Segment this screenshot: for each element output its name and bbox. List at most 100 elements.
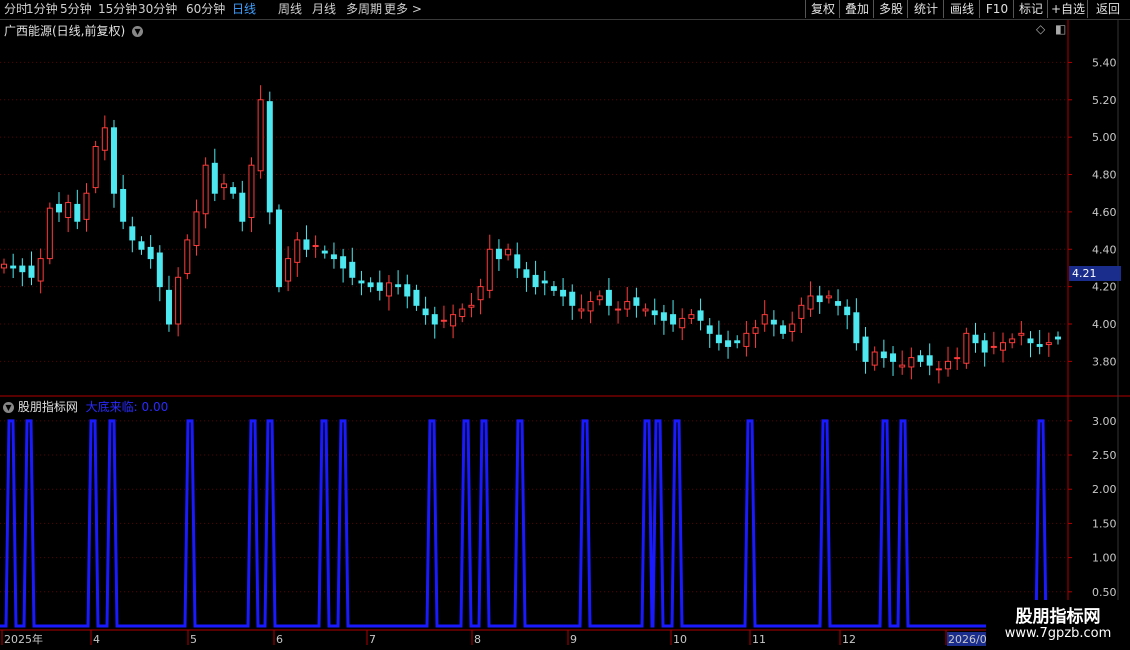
candle-body: [798, 304, 805, 319]
candle-body: [74, 203, 81, 222]
candle-body: [110, 127, 117, 194]
candle-body: [954, 357, 961, 360]
candle-body: [220, 183, 227, 189]
candle-body: [752, 327, 759, 334]
candle-body: [46, 207, 53, 260]
candle-body: [165, 289, 172, 325]
indicator-y-tick-label: 2.50: [1092, 449, 1117, 462]
candle-body: [1036, 344, 1043, 347]
candle-body: [660, 312, 667, 321]
candle-body: [413, 289, 420, 306]
x-tick-label: 9: [570, 633, 577, 646]
candle-body: [605, 289, 612, 306]
candle-body: [816, 295, 823, 303]
candle-body: [917, 355, 924, 362]
x-tick-label: 2025年: [4, 632, 43, 646]
candle-body: [514, 254, 521, 269]
candle-body: [367, 282, 374, 288]
candle-body: [202, 164, 209, 215]
x-tick-label: 11: [752, 633, 766, 646]
candle-body: [55, 203, 62, 213]
indicator-line-label: 大底来临: 0.00: [85, 400, 169, 414]
candle-body: [963, 332, 970, 364]
candle-body: [697, 310, 704, 321]
candle-body: [28, 265, 35, 278]
candle-body: [285, 258, 292, 282]
panel-toggle-icon[interactable]: ◧: [1055, 22, 1066, 36]
candle-body: [789, 323, 796, 332]
chevron-down-icon[interactable]: ▼: [132, 26, 144, 37]
candle-body: [312, 245, 319, 248]
indicator-y-tick-label: 3.00: [1092, 415, 1117, 428]
candle-body: [477, 286, 484, 301]
candle-body: [211, 162, 218, 194]
candle-body: [908, 357, 915, 368]
candle-body: [633, 297, 640, 306]
candle-body: [844, 306, 851, 316]
candle-body: [450, 314, 457, 327]
candle-body: [679, 317, 686, 329]
candle-body: [349, 261, 356, 278]
candle-body: [523, 269, 530, 278]
candle-body: [926, 355, 933, 366]
candle-body: [935, 368, 942, 371]
candle-body: [890, 353, 897, 362]
diamond-icon[interactable]: ◇: [1036, 22, 1045, 36]
candle-body: [541, 280, 548, 284]
candle-body: [624, 301, 631, 310]
candle-body: [266, 101, 273, 213]
candle-body: [19, 265, 26, 273]
y-tick-label: 4.60: [1092, 206, 1117, 219]
candle-body: [1018, 332, 1025, 336]
x-tick-label: 5: [190, 633, 197, 646]
candle-body: [395, 284, 402, 288]
candle-body: [37, 258, 44, 282]
candle-body: [569, 291, 576, 306]
candle-body: [10, 265, 17, 269]
x-tick-label: 12: [842, 633, 856, 646]
candle-body: [1000, 342, 1007, 351]
candle-body: [560, 289, 567, 297]
candle-body: [147, 246, 154, 260]
candle-body: [431, 314, 438, 325]
indicator-y-tick-label: 2.00: [1092, 483, 1117, 496]
candle-body: [65, 202, 72, 218]
candle-body: [358, 280, 365, 284]
candle-body: [230, 187, 237, 194]
watermark-url: www.7gpzb.com: [1004, 626, 1112, 641]
chevron-down-icon[interactable]: ▼: [3, 402, 14, 413]
candle-body: [587, 301, 594, 312]
candle-body: [825, 295, 832, 299]
candle-body: [404, 284, 411, 297]
candle-body: [1009, 338, 1016, 344]
candle-body: [770, 319, 777, 325]
candle-body: [1027, 338, 1034, 344]
candle-body: [972, 334, 979, 344]
candle-body: [505, 248, 512, 256]
current-price-label: 4.21: [1069, 266, 1121, 281]
y-tick-label: 4.80: [1092, 169, 1117, 182]
indicator-name: 股朋指标网: [17, 400, 78, 414]
candle-body: [83, 192, 90, 220]
candle-body: [129, 226, 136, 241]
candle-body: [330, 254, 337, 260]
candle-body: [596, 295, 603, 301]
candle-body: [807, 295, 814, 310]
candle-body: [899, 364, 906, 368]
candle-body: [193, 211, 200, 247]
candle-body: [422, 308, 429, 316]
candle-body: [670, 314, 677, 325]
candle-body: [1, 263, 7, 269]
candle-body: [120, 188, 127, 222]
x-tick-label: 2026/0: [948, 633, 987, 646]
candle-body: [990, 345, 997, 348]
candle-body: [275, 209, 282, 288]
candle-body: [138, 241, 145, 250]
candle-body: [340, 256, 347, 269]
candle-body: [459, 308, 466, 318]
candle-body: [101, 127, 108, 151]
candle-body: [175, 276, 182, 325]
candle-body: [257, 99, 264, 172]
watermark-title: 股朋指标网: [1015, 607, 1101, 627]
candle-body: [486, 248, 493, 291]
